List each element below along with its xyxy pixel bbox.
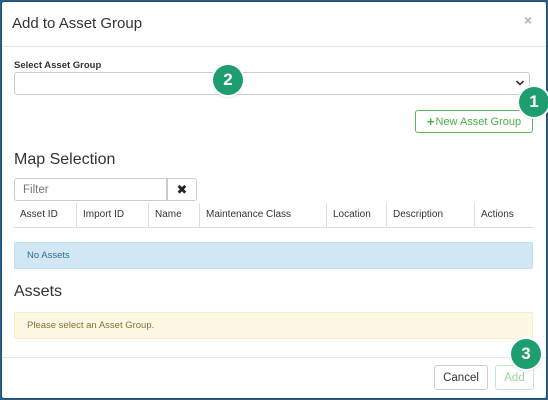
close-icon[interactable]: × bbox=[524, 12, 532, 28]
cancel-button[interactable]: Cancel bbox=[434, 365, 488, 390]
filter-input[interactable] bbox=[14, 178, 167, 201]
column-header-actions: Actions bbox=[481, 209, 514, 220]
column-header-maintenance-class[interactable]: Maintenance Class bbox=[200, 203, 327, 227]
add-to-asset-group-dialog: Add to Asset Group × Select Asset Group … bbox=[2, 2, 546, 398]
column-header-import-id[interactable]: Import ID bbox=[77, 203, 149, 227]
new-asset-group-label: New Asset Group bbox=[435, 115, 522, 128]
close-icon: ✖ bbox=[176, 181, 188, 197]
asset-group-select[interactable] bbox=[14, 72, 530, 95]
column-header-asset-id[interactable]: Asset ID bbox=[14, 203, 77, 227]
select-group-warning: Please select an Asset Group. bbox=[14, 312, 533, 339]
clear-filter-button[interactable]: ✖ bbox=[167, 178, 197, 201]
dialog-title: Add to Asset Group bbox=[12, 15, 143, 32]
new-asset-group-button[interactable]: + New Asset Group bbox=[415, 110, 533, 133]
assets-heading: Assets bbox=[14, 283, 63, 300]
plus-icon: + bbox=[426, 114, 435, 129]
column-header-location[interactable]: Location bbox=[327, 203, 387, 227]
callout-badge-1: 1 bbox=[519, 87, 548, 117]
table-header: Asset ID Import ID Name Maintenance Clas… bbox=[14, 203, 534, 228]
callout-badge-3: 3 bbox=[511, 339, 541, 369]
column-header-name[interactable]: Name bbox=[149, 203, 200, 227]
chevron-down-icon bbox=[515, 80, 525, 86]
map-selection-heading: Map Selection bbox=[14, 151, 116, 168]
no-assets-message: No Assets bbox=[14, 242, 533, 269]
select-asset-group-label: Select Asset Group bbox=[14, 60, 102, 71]
dialog-header: Add to Asset Group × bbox=[2, 2, 546, 47]
column-header-description[interactable]: Description bbox=[387, 203, 475, 227]
callout-badge-2: 2 bbox=[213, 65, 243, 95]
